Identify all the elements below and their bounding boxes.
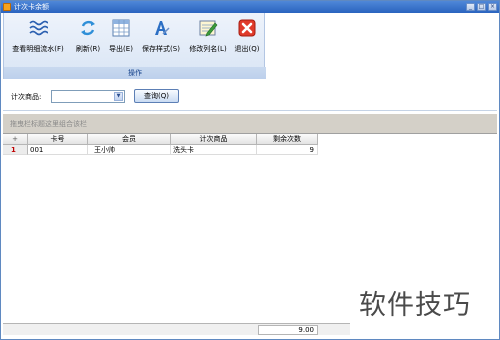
edit-column-name-label: 修改列名(L) xyxy=(189,45,227,53)
footer-total: 9.00 xyxy=(258,325,318,335)
export-icon xyxy=(112,19,130,37)
separator xyxy=(3,110,497,111)
refresh-label: 刷新(R) xyxy=(75,45,101,53)
row-indicator[interactable]: 1 xyxy=(3,145,28,155)
table-row[interactable]: 001 王小帅 洗头卡 9 xyxy=(28,145,318,155)
exit-label: 退出(Q) xyxy=(234,45,260,53)
column-header-product[interactable]: 计次商品 xyxy=(171,134,257,145)
close-button[interactable]: × xyxy=(488,3,497,11)
ribbon-panel: 查看明细流水(F) 刷新(R) 导出(E) 保存样式(S) 修改列名(L) 退出… xyxy=(3,13,266,79)
window-title: 计次卡余额 xyxy=(14,3,49,11)
view-detail-flow-button[interactable]: 查看明细流水(F) xyxy=(10,18,66,64)
exit-button[interactable]: 退出(Q) xyxy=(232,18,262,64)
edit-column-icon xyxy=(199,20,218,37)
watermark: 软件技巧 xyxy=(350,269,499,339)
detail-flow-icon xyxy=(29,20,48,36)
cell-remaining[interactable]: 9 xyxy=(257,145,318,155)
export-label: 导出(E) xyxy=(109,45,133,53)
refresh-icon xyxy=(81,20,95,36)
watermark-text: 软件技巧 xyxy=(359,290,471,321)
save-style-button[interactable]: 保存样式(S) xyxy=(138,18,184,64)
chevron-down-icon[interactable]: ▼ xyxy=(114,92,123,101)
query-button[interactable]: 查询(Q) xyxy=(134,89,179,103)
product-filter-label: 计次商品: xyxy=(11,93,42,101)
app-icon xyxy=(3,3,11,11)
export-button[interactable]: 导出(E) xyxy=(106,18,136,64)
view-detail-flow-label: 查看明细流水(F) xyxy=(12,45,64,53)
group-by-placeholder: 拖曳栏标题这里组合该栏 xyxy=(10,120,87,128)
title-bar: 计次卡余额 _ □ × xyxy=(1,1,499,13)
column-header-card-no[interactable]: 卡号 xyxy=(28,134,88,145)
exit-icon xyxy=(238,19,256,37)
grid-corner[interactable]: + xyxy=(3,134,28,145)
cell-card-no[interactable]: 001 xyxy=(28,145,88,155)
ribbon-group-label: 操作 xyxy=(4,67,266,79)
cell-member[interactable]: 王小帅 xyxy=(88,145,171,155)
edit-column-name-button[interactable]: 修改列名(L) xyxy=(188,18,228,64)
cell-product[interactable]: 洗头卡 xyxy=(171,145,257,155)
column-header-member[interactable]: 会员 xyxy=(88,134,171,145)
refresh-button[interactable]: 刷新(R) xyxy=(72,18,104,64)
save-style-icon xyxy=(155,21,170,35)
main-window: 计次卡余额 _ □ × 查看明细流水(F) 刷新(R) 导出(E) 保存样式(S… xyxy=(0,0,500,340)
product-filter-combo[interactable]: ▼ xyxy=(51,90,125,103)
maximize-button[interactable]: □ xyxy=(477,3,486,11)
minimize-button[interactable]: _ xyxy=(466,3,475,11)
save-style-label: 保存样式(S) xyxy=(142,45,180,53)
column-header-remaining[interactable]: 剩余次数 xyxy=(257,134,318,145)
group-by-panel[interactable]: 拖曳栏标题这里组合该栏 xyxy=(3,114,497,133)
